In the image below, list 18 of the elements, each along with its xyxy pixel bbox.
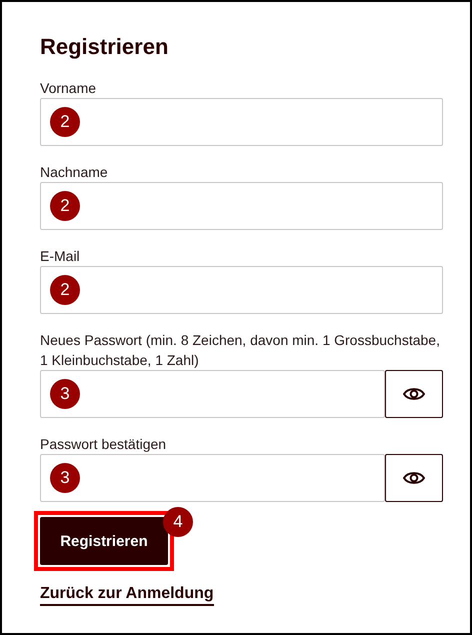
input-field[interactable] — [40, 266, 443, 314]
eye-icon — [403, 471, 425, 485]
field-label: Nachname — [40, 163, 109, 182]
input-field[interactable] — [40, 182, 443, 230]
show-password-button[interactable] — [385, 370, 443, 418]
show-password-button[interactable] — [385, 454, 443, 502]
input-field[interactable] — [40, 370, 385, 418]
back-to-login-link[interactable]: Zurück zur Anmeldung — [40, 584, 214, 606]
eye-icon — [403, 387, 425, 401]
step-badge: 4 — [163, 507, 193, 537]
field-label: Vorname — [40, 79, 98, 98]
input-field[interactable] — [40, 454, 385, 502]
register-button[interactable]: Registrieren — [40, 517, 168, 565]
field-label: Neues Passwort (min. 8 Zeichen, davon min. 1 Grossbuchstabe, 1 Kleinbuchstabe, 1 Zahl) — [40, 331, 441, 370]
field-label: E-Mail — [40, 247, 81, 266]
page-title: Registrieren — [40, 33, 170, 61]
input-field[interactable] — [40, 98, 443, 146]
field-label: Passwort bestätigen — [40, 435, 168, 454]
